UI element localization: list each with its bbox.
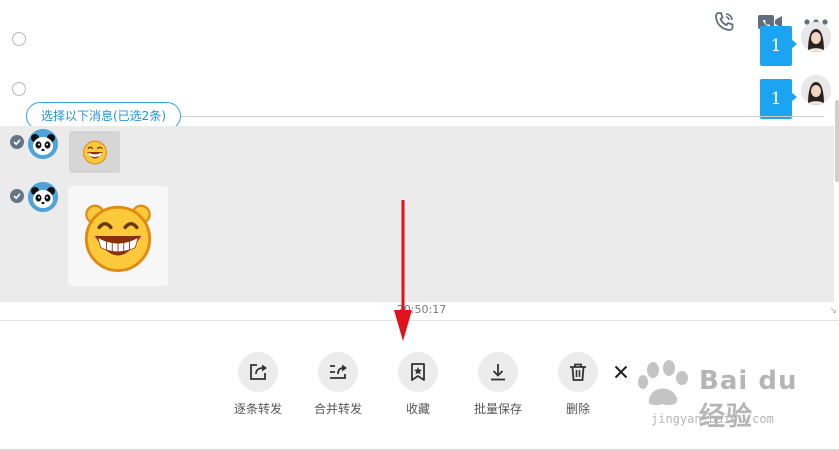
- message-select-radio[interactable]: [12, 32, 26, 46]
- message-select-radio[interactable]: [12, 82, 26, 96]
- scrollbar-thumb[interactable]: [835, 100, 839, 182]
- red-annotation-arrow: [394, 200, 412, 341]
- chat-message-area: 1 1 选择以下消息(已选2条): [0, 0, 839, 320]
- panda-avatar: [28, 182, 58, 212]
- message-selected-check[interactable]: [10, 189, 24, 203]
- merge-forward-button[interactable]: 合并转发: [298, 352, 378, 422]
- favorite-label: 收藏: [405, 402, 430, 416]
- action-bar-divider: [0, 320, 839, 321]
- avatar: [801, 22, 831, 52]
- favorite-button[interactable]: 收藏: [378, 352, 458, 422]
- delete-label: 删除: [565, 402, 590, 416]
- laughing-emoji-sticker[interactable]: [69, 131, 120, 173]
- avatar: [801, 75, 831, 105]
- batch-save-icon: [478, 352, 518, 392]
- laughing-emoji-sticker-large[interactable]: [68, 186, 168, 286]
- delete-button[interactable]: 删除: [538, 352, 618, 422]
- message-selected-check[interactable]: [10, 135, 24, 149]
- right-message-bubble: 1: [760, 26, 797, 66]
- merge-forward-label: 合并转发: [313, 402, 362, 416]
- resize-corner-icon[interactable]: ↘: [829, 306, 837, 316]
- watermark-url: jingyan.baidu.com: [651, 412, 774, 426]
- message-text: 1: [770, 89, 782, 109]
- forward-one-by-one-icon: [238, 352, 278, 392]
- favorite-icon: [398, 352, 438, 392]
- baidu-watermark: Bai du 经验 jingyan.baidu.com: [627, 360, 827, 432]
- delete-icon: [558, 352, 598, 392]
- message-timestamp: 20:50:17: [396, 303, 447, 316]
- merge-forward-icon: [318, 352, 358, 392]
- forward-one-by-one-label: 逐条转发: [233, 402, 282, 416]
- batch-save-button[interactable]: 批量保存: [458, 352, 538, 422]
- batch-save-label: 批量保存: [473, 402, 522, 416]
- forward-one-by-one-button[interactable]: 逐条转发: [218, 352, 298, 422]
- message-text: 1: [770, 36, 782, 56]
- right-message-bubble: 1: [760, 79, 797, 119]
- multi-select-action-bar: 逐条转发 合并转发 收藏 批量保存 删除: [218, 352, 618, 422]
- panda-avatar: [28, 129, 58, 159]
